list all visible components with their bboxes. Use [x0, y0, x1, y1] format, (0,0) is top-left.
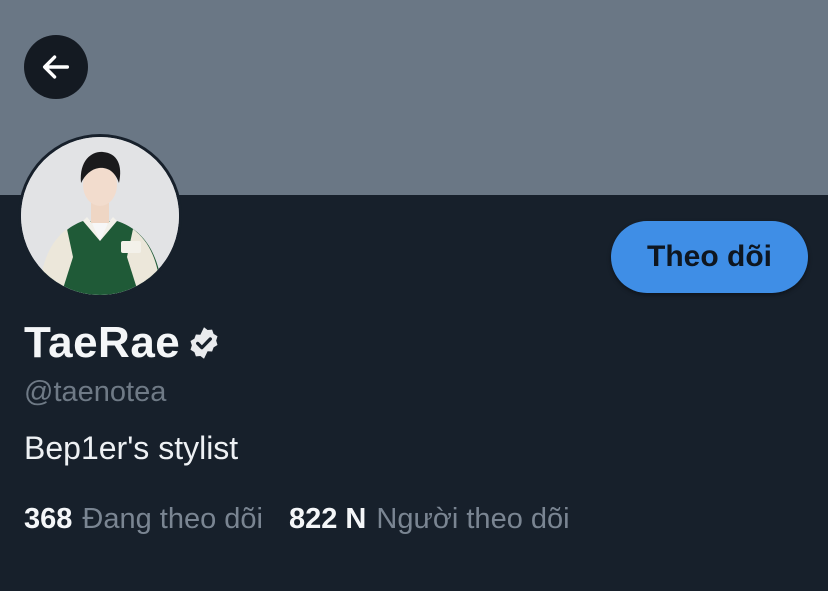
following-stat[interactable]: 368 Đang theo dõi [24, 503, 263, 536]
avatar-image [21, 137, 179, 295]
profile-name: TaeRae [24, 318, 181, 367]
followers-label: Người theo dõi [376, 503, 570, 535]
profile-handle: @taenotea [24, 376, 167, 408]
following-label: Đang theo dõi [82, 503, 263, 535]
following-count: 368 [24, 503, 73, 535]
profile-name-row: TaeRae [24, 318, 222, 368]
profile-stats: 368 Đang theo dõi 822 N Người theo dõi [24, 503, 570, 536]
followers-stat[interactable]: 822 N Người theo dõi [289, 503, 570, 536]
followers-count: 822 N [288, 503, 367, 535]
profile-bio: Bep1er's stylist [24, 430, 239, 466]
back-button[interactable] [24, 35, 88, 99]
profile-page: Theo dõi TaeRae @taenotea Bep1er's styli… [0, 0, 828, 591]
avatar[interactable] [18, 134, 182, 298]
follow-button[interactable]: Theo dõi [611, 221, 808, 293]
arrow-left-icon [42, 55, 70, 79]
verified-badge-icon[interactable] [186, 325, 222, 361]
